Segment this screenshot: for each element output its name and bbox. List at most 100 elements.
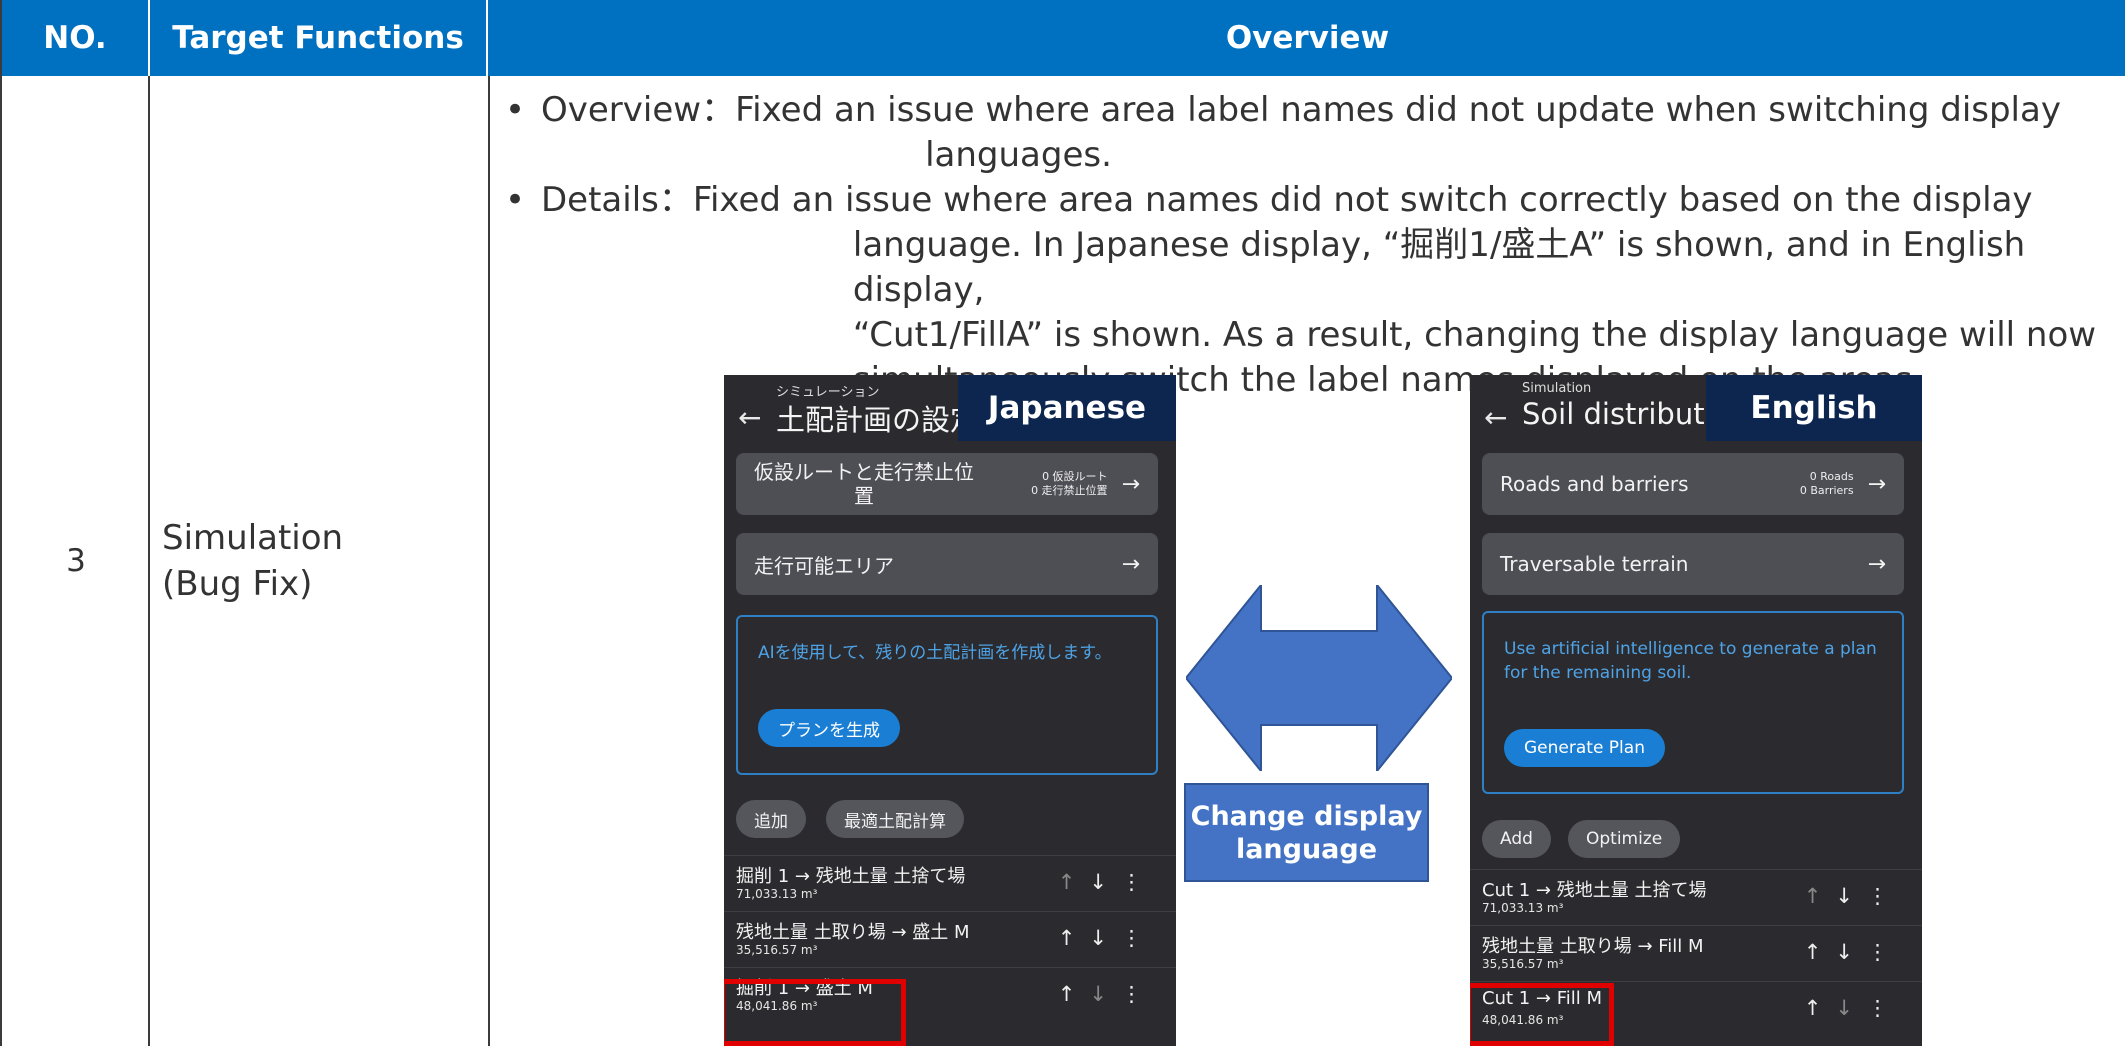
- card-meta: 0 仮設ルート 0 走行禁止位置: [1031, 470, 1108, 498]
- arrow-up-icon[interactable]: ↑: [1058, 982, 1090, 1006]
- list-item-title: 掘削 1 → 残地土量 土捨て場: [736, 866, 966, 887]
- list-item-volume: 71,033.13 m³: [736, 887, 818, 901]
- arrow-down-icon[interactable]: ↓: [1835, 996, 1867, 1020]
- optimize-button[interactable]: 最適土配計算: [826, 800, 964, 838]
- arrow-up-icon[interactable]: ↑: [1058, 870, 1090, 894]
- arrow-down-icon[interactable]: ↓: [1089, 982, 1121, 1006]
- list-item-volume: 35,516.57 m³: [736, 943, 818, 957]
- more-vertical-icon[interactable]: ⋮: [1121, 982, 1156, 1006]
- arrow-right-icon: →: [1121, 551, 1140, 577]
- add-button[interactable]: Add: [1482, 820, 1551, 858]
- change-language-label: Change display language: [1184, 783, 1429, 882]
- list-item-actions: ↑↓⋮: [1058, 926, 1156, 950]
- header-no: NO.: [2, 0, 150, 76]
- overview-bullet-row: • Overview： Fixed an issue where area la…: [505, 88, 2115, 178]
- phone-header: ← シミュレーション 土配計画の設定 Japanese: [724, 375, 1176, 445]
- arrow-down-icon[interactable]: ↓: [1089, 870, 1121, 894]
- change-language-line: Change display: [1190, 800, 1423, 832]
- ai-plan-box: Use artificial intelligence to generate …: [1482, 611, 1904, 794]
- header-target-functions: Target Functions: [150, 0, 488, 76]
- ai-plan-text: AIを使用して、残りの土配計画を作成します。: [758, 643, 1112, 663]
- add-button[interactable]: 追加: [736, 800, 806, 838]
- list-item-actions: ↑↓⋮: [1804, 940, 1902, 964]
- header-overview-label: Overview: [1225, 20, 1390, 56]
- card-label: Roads and barriers: [1500, 472, 1689, 496]
- ai-plan-box: AIを使用して、残りの土配計画を作成します。 プランを生成: [736, 615, 1158, 775]
- ai-plan-text: Use artificial intelligence to generate …: [1504, 639, 1877, 683]
- card-label-line: 置: [854, 484, 874, 508]
- overview-body: Fixed an issue where area label names di…: [735, 88, 2115, 178]
- double-arrow-shape: [1186, 585, 1452, 771]
- more-vertical-icon[interactable]: ⋮: [1867, 940, 1902, 964]
- list-item-actions: ↑↓⋮: [1058, 982, 1156, 1006]
- arrow-up-icon[interactable]: ↑: [1804, 940, 1836, 964]
- header-no-label: NO.: [43, 20, 107, 56]
- card-meta-line: 0 走行禁止位置: [1031, 484, 1108, 497]
- arrow-down-icon[interactable]: ↓: [1835, 884, 1867, 908]
- list-item-actions: ↑↓⋮: [1804, 884, 1902, 908]
- change-language-line: language: [1235, 833, 1378, 865]
- back-arrow-icon[interactable]: ←: [1484, 401, 1507, 434]
- more-vertical-icon[interactable]: ⋮: [1867, 996, 1902, 1020]
- list-item-actions: ↑↓⋮: [1804, 996, 1902, 1020]
- target-function-line: Simulation: [162, 518, 344, 558]
- card-label: Traversable terrain: [1500, 552, 1689, 576]
- more-vertical-icon[interactable]: ⋮: [1121, 926, 1156, 950]
- generate-plan-button[interactable]: プランを生成: [758, 709, 900, 747]
- overview-text: • Overview： Fixed an issue where area la…: [505, 88, 2115, 403]
- list-item-title: 残地土量 土取り場 → 盛土 M: [736, 922, 970, 943]
- arrow-right-icon: →: [1867, 471, 1886, 497]
- highlight-box: [724, 979, 906, 1046]
- list-item-volume: 35,516.57 m³: [1482, 957, 1564, 971]
- target-function-line: (Bug Fix): [162, 564, 313, 604]
- language-badge-japanese: Japanese: [958, 375, 1176, 441]
- arrow-right-icon: →: [1867, 551, 1886, 577]
- optimize-button[interactable]: Optimize: [1568, 820, 1681, 858]
- generate-plan-button[interactable]: Generate Plan: [1504, 729, 1665, 767]
- phone-header: ← Simulation Soil distributio English: [1470, 375, 1922, 445]
- double-arrow-icon: [1186, 585, 1452, 771]
- details-line: “Cut1/FillA” is shown. As a result, chan…: [852, 315, 2097, 355]
- arrow-up-icon[interactable]: ↑: [1804, 996, 1836, 1020]
- language-badge-english: English: [1706, 375, 1922, 441]
- phone-screenshot-japanese: ← シミュレーション 土配計画の設定 Japanese 仮設ルートと走行禁止位 …: [724, 375, 1176, 1046]
- list-item[interactable]: Cut 1 → 残地土量 土捨て場 71,033.13 m³ ↑↓⋮: [1470, 869, 1922, 925]
- list-item-volume: 71,033.13 m³: [1482, 901, 1564, 915]
- card-meta-line: 0 仮設ルート: [1042, 470, 1108, 483]
- card-label-line: 仮設ルートと走行禁止位: [754, 460, 974, 484]
- back-arrow-icon[interactable]: ←: [738, 401, 761, 434]
- arrow-right-icon: →: [1121, 471, 1140, 497]
- overview-label: Overview：: [541, 90, 736, 130]
- details-label: Details：: [541, 180, 693, 220]
- highlight-box: [1470, 983, 1614, 1046]
- list-item-title: Cut 1 → 残地土量 土捨て場: [1482, 880, 1707, 901]
- list-item[interactable]: 残地土量 土取り場 → Fill M 35,516.57 m³ ↑↓⋮: [1470, 925, 1922, 981]
- more-vertical-icon[interactable]: ⋮: [1121, 870, 1156, 894]
- phone-screenshot-english: ← Simulation Soil distributio English Ro…: [1470, 375, 1922, 1046]
- traversable-terrain-card[interactable]: 走行可能エリア →: [736, 533, 1158, 595]
- phone-title: 土配計画の設定: [776, 403, 980, 437]
- list-item[interactable]: 掘削 1 → 残地土量 土捨て場 71,033.13 m³ ↑↓⋮: [724, 855, 1176, 911]
- target-function: Simulation (Bug Fix): [162, 515, 343, 607]
- arrow-up-icon[interactable]: ↑: [1804, 884, 1836, 908]
- header-overview: Overview: [488, 0, 2125, 76]
- arrow-up-icon[interactable]: ↑: [1058, 926, 1090, 950]
- details-body: Fixed an issue where area names did not …: [693, 178, 2115, 403]
- roads-barriers-card[interactable]: 仮設ルートと走行禁止位 置 0 仮設ルート 0 走行禁止位置 →: [736, 453, 1158, 515]
- card-label: 仮設ルートと走行禁止位 置: [754, 460, 974, 508]
- card-meta: 0 Roads 0 Barriers: [1800, 470, 1854, 498]
- list-item-title: 残地土量 土取り場 → Fill M: [1482, 936, 1704, 957]
- more-vertical-icon[interactable]: ⋮: [1867, 884, 1902, 908]
- overview-line: Fixed an issue where area label names di…: [735, 90, 2061, 130]
- card-meta-line: 0 Barriers: [1799, 484, 1854, 497]
- phone-subtitle: Simulation: [1522, 381, 1592, 396]
- card-meta-line: 0 Roads: [1809, 470, 1854, 483]
- traversable-terrain-card[interactable]: Traversable terrain →: [1482, 533, 1904, 595]
- header-target-functions-label: Target Functions: [172, 20, 464, 56]
- roads-barriers-card[interactable]: Roads and barriers 0 Roads 0 Barriers →: [1482, 453, 1904, 515]
- arrow-down-icon[interactable]: ↓: [1835, 940, 1867, 964]
- arrow-down-icon[interactable]: ↓: [1089, 926, 1121, 950]
- row-number: 3: [2, 76, 150, 1046]
- bullet: •: [505, 90, 526, 130]
- list-item[interactable]: 残地土量 土取り場 → 盛土 M 35,516.57 m³ ↑↓⋮: [724, 911, 1176, 967]
